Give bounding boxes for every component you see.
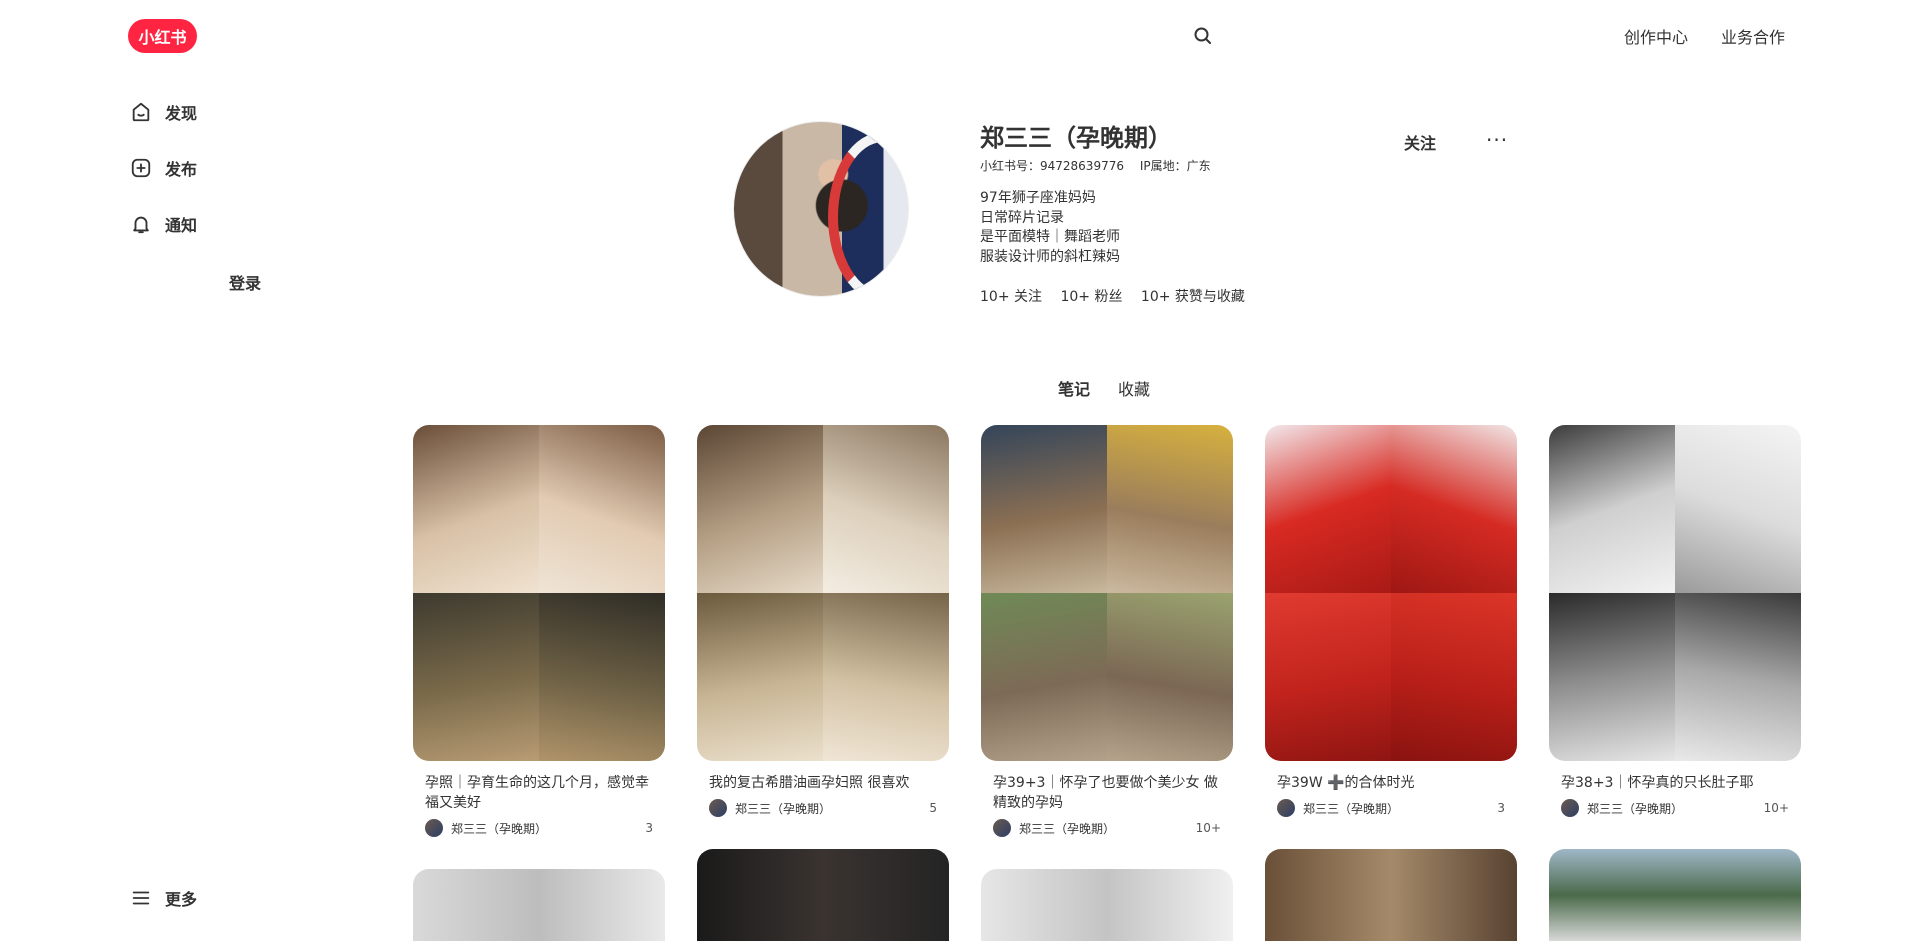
note-footer: 郑三三（孕晚期） 10+ — [1549, 799, 1801, 817]
profile-avatar — [733, 121, 909, 297]
author-avatar[interactable] — [1561, 799, 1579, 817]
note-title[interactable]: 孕38+3｜怀孕真的只长肚子耶 — [1549, 773, 1801, 793]
bio-line: 97年狮子座准妈妈 — [980, 190, 1096, 206]
sidebar-more-button[interactable]: 更多 — [130, 886, 197, 910]
profile-meta: 小红书号：94728639776 IP属地：广东 — [980, 157, 1223, 174]
note-title[interactable]: 我的复古希腊油画孕妇照 很喜欢 — [697, 773, 949, 793]
note-author[interactable]: 郑三三（孕晚期） — [1587, 800, 1760, 817]
profile-id: 小红书号：94728639776 — [980, 159, 1124, 173]
plus-square-icon — [131, 158, 151, 178]
note-card[interactable]: 孕39+3｜怀孕了也要做个美少女 做精致的孕妈 郑三三（孕晚期） 10+ — [981, 425, 1233, 837]
author-avatar[interactable] — [1277, 799, 1295, 817]
note-card[interactable]: 孕照｜孕育生命的这几个月，感觉幸福又美好 郑三三（孕晚期） 3 — [413, 425, 665, 837]
note-author[interactable]: 郑三三（孕晚期） — [735, 800, 925, 817]
profile-bio: 97年狮子座准妈妈 日常碎片记录 是平面模特｜舞蹈老师 服装设计师的斜杠辣妈 — [980, 189, 1120, 267]
stat-likes-collections[interactable]: 10+ 获赞与收藏 — [1141, 289, 1245, 305]
profile-tabs: 笔记 收藏 — [1058, 376, 1178, 400]
bio-line: 服装设计师的斜杠辣妈 — [980, 248, 1120, 265]
note-likes[interactable]: 3 — [645, 821, 653, 835]
note-cover[interactable] — [697, 849, 949, 941]
note-author[interactable]: 郑三三（孕晚期） — [1019, 820, 1192, 837]
sidebar-item-discover[interactable]: 发现 — [130, 97, 197, 127]
login-button[interactable]: 登录 — [229, 270, 261, 294]
author-avatar[interactable] — [425, 819, 443, 837]
sidebar-item-notifications[interactable]: 通知 — [130, 209, 197, 239]
note-footer: 郑三三（孕晚期） 3 — [1265, 799, 1517, 817]
note-title[interactable]: 孕39W ➕的合体时光 — [1265, 773, 1517, 793]
bio-line: 日常碎片记录 — [980, 209, 1064, 226]
note-cover[interactable] — [1549, 849, 1801, 941]
note-cover[interactable] — [413, 869, 665, 941]
author-avatar[interactable] — [709, 799, 727, 817]
sidebar-item-label: 发布 — [165, 160, 198, 179]
note-footer: 郑三三（孕晚期） 10+ — [981, 819, 1233, 837]
note-likes[interactable]: 10+ — [1196, 821, 1221, 835]
tab-collections[interactable]: 收藏 — [1118, 376, 1150, 400]
xiaohongshu-logo[interactable]: 小红书 — [128, 19, 197, 53]
sidebar-item-publish[interactable]: 发布 — [130, 153, 197, 183]
note-cover[interactable] — [981, 425, 1233, 761]
note-title[interactable]: 孕照｜孕育生命的这几个月，感觉幸福又美好 — [413, 773, 665, 813]
menu-icon — [132, 891, 150, 905]
tab-notes[interactable]: 笔记 — [1058, 376, 1090, 400]
note-card[interactable]: 孕38+3｜怀孕真的只长肚子耶 郑三三（孕晚期） 10+ — [1549, 425, 1801, 817]
business-cooperation-link[interactable]: 业务合作 — [1721, 24, 1785, 48]
note-footer: 郑三三（孕晚期） 5 — [697, 799, 949, 817]
note-cover[interactable] — [1549, 425, 1801, 761]
note-card[interactable]: 孕39W ➕的合体时光 郑三三（孕晚期） 3 — [1265, 425, 1517, 817]
note-likes[interactable]: 10+ — [1764, 801, 1789, 815]
bell-icon — [133, 216, 149, 234]
note-card[interactable]: 我的复古希腊油画孕妇照 很喜欢 郑三三（孕晚期） 5 — [697, 425, 949, 817]
home-icon — [132, 102, 150, 122]
profile-ip: IP属地：广东 — [1139, 159, 1211, 173]
sidebar-item-label: 发现 — [165, 104, 198, 123]
follow-button[interactable]: 关注 — [1404, 130, 1436, 154]
note-title[interactable]: 孕39+3｜怀孕了也要做个美少女 做精致的孕妈 — [981, 773, 1233, 813]
note-cover[interactable] — [697, 425, 949, 761]
stat-following[interactable]: 10+ 关注 — [980, 289, 1042, 305]
search-icon[interactable] — [1193, 26, 1213, 46]
bio-line: 是平面模特｜舞蹈老师 — [980, 229, 1120, 245]
note-cover[interactable] — [413, 425, 665, 761]
note-author[interactable]: 郑三三（孕晚期） — [451, 820, 641, 837]
profile-name: 郑三三（孕晚期） — [980, 124, 1172, 152]
note-cover[interactable] — [981, 869, 1233, 941]
note-footer: 郑三三（孕晚期） 3 — [413, 819, 665, 837]
creator-center-link[interactable]: 创作中心 — [1624, 24, 1688, 48]
note-author[interactable]: 郑三三（孕晚期） — [1303, 800, 1493, 817]
note-likes[interactable]: 3 — [1497, 801, 1505, 815]
note-likes[interactable]: 5 — [929, 801, 937, 815]
stat-followers[interactable]: 10+ 粉丝 — [1060, 289, 1122, 305]
note-cover[interactable] — [1265, 849, 1517, 941]
note-cover[interactable] — [1265, 425, 1517, 761]
more-options-icon[interactable]: ··· — [1486, 128, 1508, 152]
sidebar-more-label: 更多 — [165, 890, 198, 909]
author-avatar[interactable] — [993, 819, 1011, 837]
sidebar-item-label: 通知 — [165, 216, 198, 235]
profile-stats: 10+ 关注 10+ 粉丝 10+ 获赞与收藏 — [980, 286, 1259, 306]
